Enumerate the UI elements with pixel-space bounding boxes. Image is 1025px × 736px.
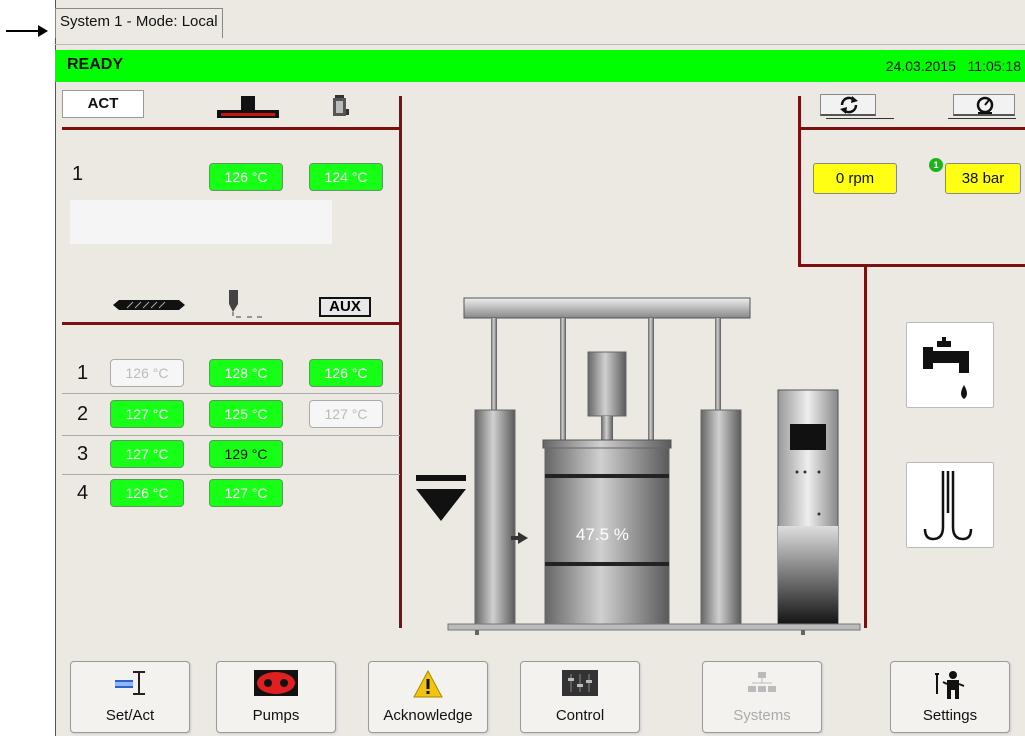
settings-button[interactable]: Settings (890, 661, 1010, 733)
row-separator (62, 435, 400, 436)
set-act-icon (115, 671, 145, 695)
refresh-button[interactable] (820, 94, 876, 116)
hose-heater-icon (217, 96, 283, 127)
temp-display: 124 °C (309, 163, 383, 191)
pumps-label: Pumps (252, 707, 300, 724)
pumps-button[interactable]: Pumps (216, 661, 336, 733)
zone-row-number: 1 (72, 163, 84, 185)
zone-row-number: 1 (77, 362, 89, 384)
drum-unloader-illustration (445, 294, 865, 649)
pressure-display: 38 bar (945, 163, 1021, 194)
control-label: Control (555, 707, 605, 724)
pointer-arrow-icon (6, 24, 48, 43)
tab-divider (55, 44, 1025, 45)
row-separator (62, 393, 400, 394)
temp-display: 128 °C (209, 359, 283, 387)
technician-icon (935, 671, 965, 699)
temp-display: 127 °C (110, 440, 184, 468)
status-text: READY (67, 56, 124, 73)
divider-left-vertical (399, 96, 402, 628)
systems-button[interactable]: Systems (702, 661, 822, 733)
heated-hose-icon (113, 297, 185, 318)
status-date: 24.03.2015 (885, 58, 956, 74)
divider-right-vertical (798, 96, 801, 266)
aux-label: AUX (319, 297, 371, 317)
underline-refresh (826, 118, 894, 119)
divider-top-right (798, 127, 1025, 130)
tap-button[interactable] (906, 322, 994, 408)
temp-display: 125 °C (209, 400, 283, 428)
act-button[interactable]: ACT (62, 90, 144, 118)
drum-container-icon (331, 95, 351, 124)
acknowledge-button[interactable]: Acknowledge (368, 661, 488, 733)
temp-display: 127 °C (110, 400, 184, 428)
control-button[interactable]: Control (520, 661, 640, 733)
network-icon (748, 672, 776, 692)
temp-display: 126 °C (309, 359, 383, 387)
gauge-button[interactable] (953, 94, 1015, 116)
set-act-label: Set/Act (105, 707, 155, 724)
refresh-icon (840, 96, 858, 114)
hook-button[interactable] (906, 462, 994, 548)
acknowledge-label: Acknowledge (383, 707, 473, 724)
divider-top-left (62, 127, 402, 130)
control-panel-icon (562, 670, 598, 696)
temp-display: 126 °C (209, 163, 283, 191)
row-separator (62, 474, 400, 475)
warning-icon (413, 670, 443, 698)
alarm-badge: 1 (929, 158, 943, 172)
temp-display: 129 °C (209, 440, 283, 468)
underline-gauge (948, 118, 1016, 119)
systems-label: Systems (733, 707, 791, 724)
drum-fill-level: 47.5 % (576, 525, 629, 544)
settings-label: Settings (922, 707, 978, 724)
status-bar (55, 50, 1025, 82)
tab-system[interactable]: System 1 - Mode: Local (55, 8, 223, 38)
temp-display: 126 °C (110, 479, 184, 507)
zone-row-number: 3 (77, 443, 89, 465)
zone-row-number: 2 (77, 403, 89, 425)
temp-display: 127 °C (309, 400, 383, 428)
divider-right-mid (798, 264, 1025, 267)
temp-display: 126 °C (110, 359, 184, 387)
nozzle-icon (227, 290, 263, 325)
rpm-display: 0 rpm (813, 163, 897, 194)
zone-row-number: 4 (77, 482, 89, 504)
tap-icon (923, 337, 969, 399)
temp-display: 127 °C (209, 479, 283, 507)
status-time: 11:05:18 (967, 58, 1021, 74)
pumps-icon (254, 670, 298, 696)
hook-icon (923, 471, 973, 541)
status-datetime: 24.03.2015 11:05:18 (886, 58, 1021, 74)
set-act-button[interactable]: Set/Act (70, 661, 190, 733)
gauge-icon (976, 96, 994, 114)
info-panel (70, 200, 332, 244)
